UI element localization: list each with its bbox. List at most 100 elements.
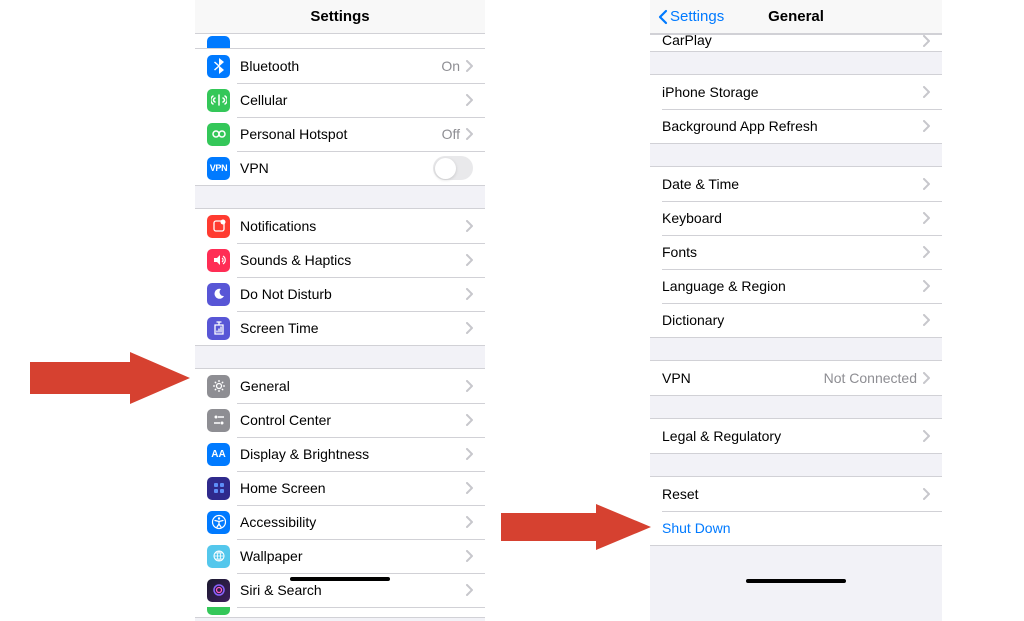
chevron-right-icon [466, 380, 473, 392]
chevron-right-icon [466, 94, 473, 106]
home-indicator[interactable] [290, 577, 390, 581]
home-indicator[interactable] [746, 579, 846, 583]
notifications-label: Notifications [240, 218, 466, 234]
nav-bar: Settings General [650, 0, 942, 34]
carplay-group: CarPlay [650, 34, 942, 52]
back-button[interactable]: Settings [658, 8, 724, 25]
row-bluetooth[interactable]: Bluetooth On [195, 49, 485, 83]
reset-group: Reset Shut Down [650, 476, 942, 546]
spacer [195, 346, 485, 368]
wallpaper-label: Wallpaper [240, 548, 466, 564]
background-refresh-label: Background App Refresh [662, 118, 923, 134]
bluetooth-icon [207, 55, 230, 78]
row-sounds[interactable]: Sounds & Haptics [195, 243, 485, 277]
screentime-label: Screen Time [240, 320, 466, 336]
control-center-icon [207, 409, 230, 432]
row-fonts[interactable]: Fonts [650, 235, 942, 269]
row-dnd[interactable]: Do Not Disturb [195, 277, 485, 311]
row-home-screen[interactable]: Home Screen [195, 471, 485, 505]
siri-label: Siri & Search [240, 582, 466, 598]
spacer [650, 52, 942, 74]
settings-screen: Settings Bluetooth On Cellular Personal … [195, 0, 485, 621]
display-label: Display & Brightness [240, 446, 466, 462]
chevron-right-icon [466, 584, 473, 596]
chevron-right-icon [466, 550, 473, 562]
chevron-right-icon [923, 246, 930, 258]
back-label: Settings [670, 8, 724, 25]
row-keyboard[interactable]: Keyboard [650, 201, 942, 235]
row-background-refresh[interactable]: Background App Refresh [650, 109, 942, 143]
row-reset[interactable]: Reset [650, 477, 942, 511]
vpn-toggle[interactable] [433, 156, 473, 180]
row-cellular[interactable]: Cellular [195, 83, 485, 117]
date-time-label: Date & Time [662, 176, 923, 192]
sounds-icon [207, 249, 230, 272]
chevron-right-icon [923, 314, 930, 326]
chevron-right-icon [923, 212, 930, 224]
chevron-right-icon [466, 516, 473, 528]
chevron-left-icon [658, 9, 668, 25]
row-screentime[interactable]: Screen Time [195, 311, 485, 345]
notifications-icon [207, 215, 230, 238]
nav-bar: Settings [195, 0, 485, 34]
sounds-label: Sounds & Haptics [240, 252, 466, 268]
row-vpn[interactable]: VPN VPN [195, 151, 485, 185]
accessibility-icon [207, 511, 230, 534]
row-notifications[interactable]: Notifications [195, 209, 485, 243]
spacer [650, 338, 942, 360]
chevron-right-icon [466, 220, 473, 232]
partial-icon [207, 36, 230, 48]
chevron-right-icon [466, 254, 473, 266]
chevron-right-icon [466, 448, 473, 460]
legal-label: Legal & Regulatory [662, 428, 923, 444]
shutdown-label: Shut Down [662, 520, 930, 536]
chevron-right-icon [466, 128, 473, 140]
row-shutdown[interactable]: Shut Down [650, 511, 942, 545]
row-general[interactable]: General [195, 369, 485, 403]
row-wallpaper[interactable]: Wallpaper [195, 539, 485, 573]
dnd-label: Do Not Disturb [240, 286, 466, 302]
spacer [650, 454, 942, 476]
bluetooth-detail: On [441, 58, 460, 74]
nav-title: Settings [310, 8, 369, 25]
wallpaper-icon [207, 545, 230, 568]
home-screen-icon [207, 477, 230, 500]
row-legal[interactable]: Legal & Regulatory [650, 419, 942, 453]
dictionary-label: Dictionary [662, 312, 923, 328]
language-region-label: Language & Region [662, 278, 923, 294]
row-language-region[interactable]: Language & Region [650, 269, 942, 303]
nav-title: General [768, 8, 824, 25]
partial-row-bottom[interactable] [195, 607, 485, 617]
partial-icon [207, 607, 230, 615]
storage-group: iPhone Storage Background App Refresh [650, 74, 942, 144]
chevron-right-icon [466, 322, 473, 334]
control-center-label: Control Center [240, 412, 466, 428]
row-vpn-general[interactable]: VPN Not Connected [650, 361, 942, 395]
chevron-right-icon [923, 86, 930, 98]
chevron-right-icon [923, 372, 930, 384]
row-display[interactable]: AA Display & Brightness [195, 437, 485, 471]
row-control-center[interactable]: Control Center [195, 403, 485, 437]
hotspot-detail: Off [442, 126, 460, 142]
keyboard-label: Keyboard [662, 210, 923, 226]
vpn-group: VPN Not Connected [650, 360, 942, 396]
partial-row-top[interactable] [195, 34, 485, 48]
general-screen: Settings General CarPlay iPhone Storage … [650, 0, 942, 621]
vpn-label: VPN [240, 160, 433, 176]
row-accessibility[interactable]: Accessibility [195, 505, 485, 539]
row-dictionary[interactable]: Dictionary [650, 303, 942, 337]
bluetooth-label: Bluetooth [240, 58, 441, 74]
row-carplay[interactable]: CarPlay [650, 35, 942, 51]
row-iphone-storage[interactable]: iPhone Storage [650, 75, 942, 109]
general-label: General [240, 378, 466, 394]
chevron-right-icon [466, 482, 473, 494]
chevron-right-icon [466, 414, 473, 426]
legal-group: Legal & Regulatory [650, 418, 942, 454]
chevron-right-icon [923, 178, 930, 190]
vpn-icon: VPN [207, 157, 230, 180]
row-hotspot[interactable]: Personal Hotspot Off [195, 117, 485, 151]
carplay-label: CarPlay [662, 35, 923, 45]
row-date-time[interactable]: Date & Time [650, 167, 942, 201]
hotspot-icon [207, 123, 230, 146]
chevron-right-icon [923, 120, 930, 132]
